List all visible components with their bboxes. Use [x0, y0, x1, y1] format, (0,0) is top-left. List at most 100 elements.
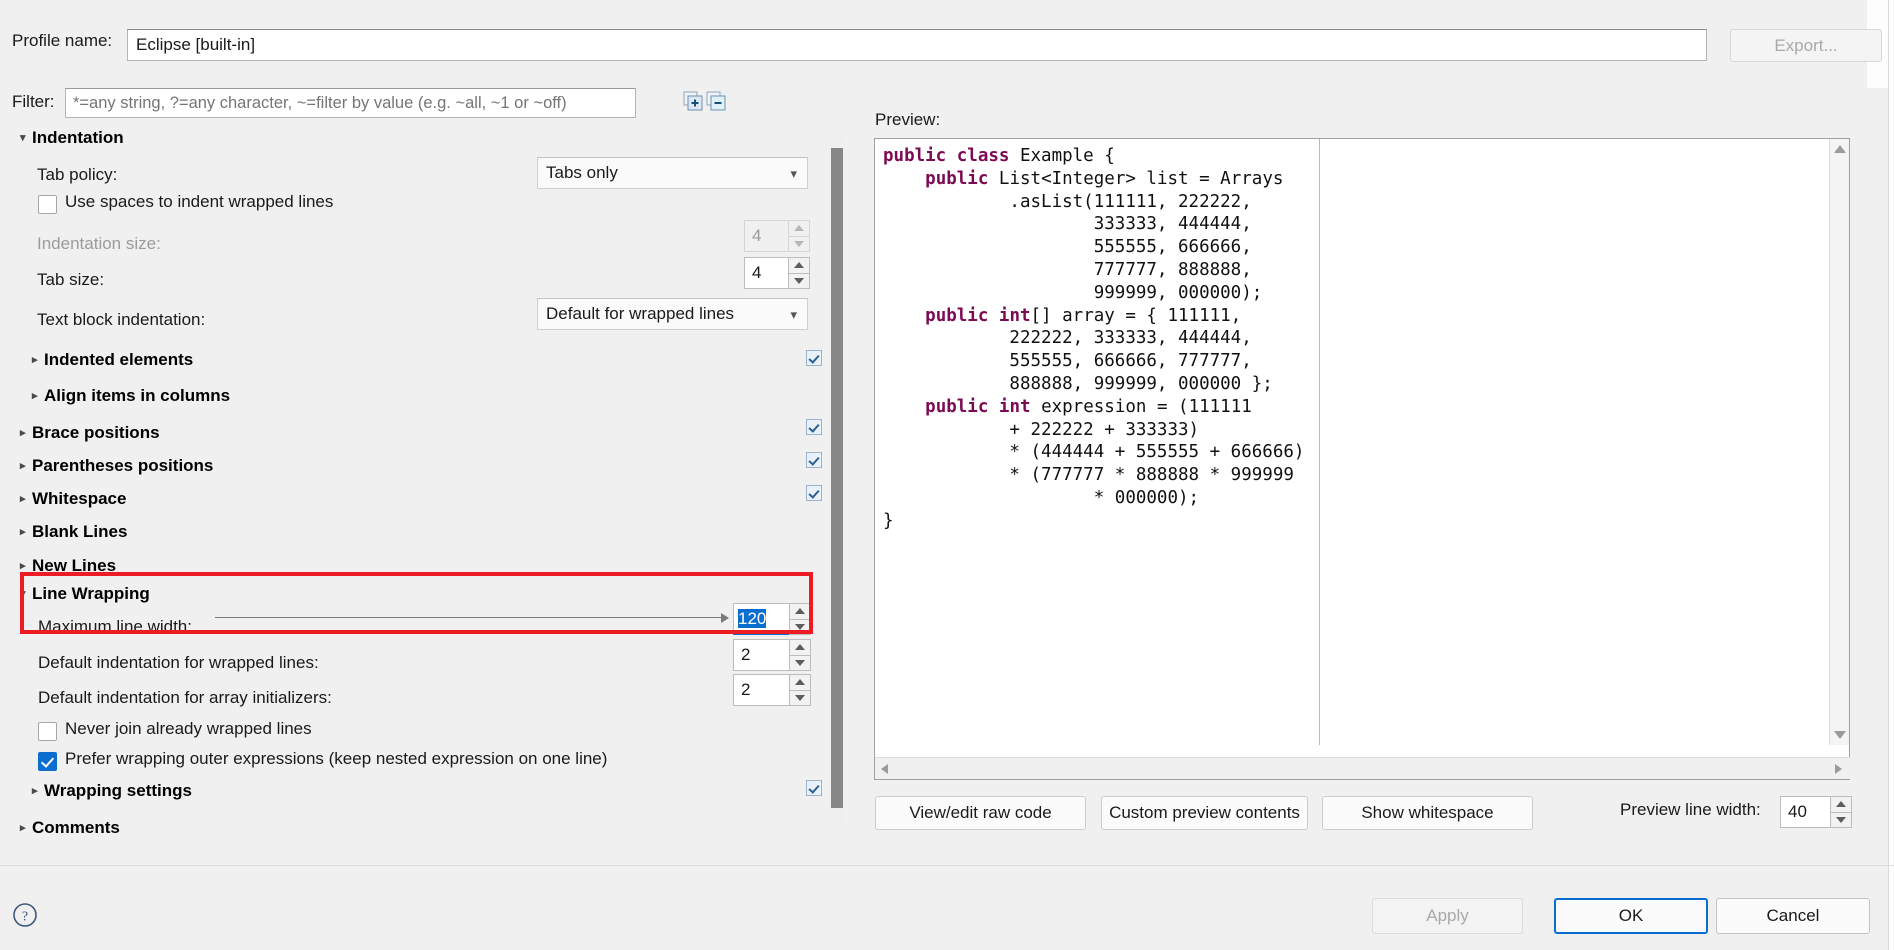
maximum-line-width-value[interactable]: 120	[738, 609, 767, 628]
expand-all-icon[interactable]	[683, 91, 705, 113]
stepper-down-button	[788, 236, 810, 252]
default-indent-wrapped-label: Default indentation for wrapped lines:	[38, 653, 319, 672]
code-text: 333333, 444444,	[883, 214, 1252, 235]
settings-tree[interactable]: ▾ Indentation Tab policy: Tabs only ▾ Use…	[0, 118, 836, 840]
stepper-down-button[interactable]	[789, 619, 811, 635]
preview-vertical-scrollbar[interactable]	[1829, 139, 1849, 745]
scroll-down-icon[interactable]	[1834, 731, 1846, 739]
scroll-left-icon[interactable]	[881, 764, 888, 774]
group-whitespace-checkbox[interactable]	[806, 485, 822, 501]
preview-label: Preview:	[875, 110, 941, 129]
filter-input[interactable]	[65, 88, 636, 118]
code-line: 777777, 888888,	[883, 259, 1315, 282]
group-wrapping-settings[interactable]: ▸ Wrapping settings	[32, 781, 192, 801]
code-text: 777777, 888888,	[883, 259, 1252, 280]
never-join-label: Never join already wrapped lines	[65, 719, 312, 738]
filter-label: Filter:	[12, 92, 55, 111]
code-line: public int expression = (111111	[883, 396, 1315, 419]
help-icon[interactable]: ?	[12, 902, 38, 928]
group-indented-elements[interactable]: ▸ Indented elements	[32, 350, 193, 370]
chevron-right-icon: ▸	[20, 427, 26, 439]
code-text: 888888, 999999, 000000 };	[883, 373, 1273, 394]
group-blank-lines[interactable]: ▸ Blank Lines	[20, 522, 127, 542]
default-indent-wrapped-value[interactable]: 2	[733, 639, 789, 671]
code-text: 555555, 666666,	[883, 237, 1252, 258]
settings-scrollbar-thumb[interactable]	[831, 148, 843, 808]
scroll-up-icon[interactable]	[1834, 145, 1846, 153]
leader-line	[215, 617, 721, 618]
stepper-down-button[interactable]	[789, 690, 811, 706]
prefer-wrapping-checkbox[interactable]	[38, 752, 57, 771]
stepper-up-button[interactable]	[1830, 796, 1852, 813]
collapse-all-icon[interactable]	[706, 91, 728, 113]
preview-line-width-value[interactable]: 40	[1780, 796, 1830, 828]
stepper-up-button[interactable]	[789, 674, 811, 691]
maximum-line-width-stepper[interactable]: 120	[733, 603, 811, 635]
code-line: public class Example {	[883, 145, 1315, 168]
default-indent-wrapped-stepper[interactable]: 2	[733, 639, 811, 671]
group-brace-positions-checkbox[interactable]	[806, 419, 822, 435]
group-brace-positions[interactable]: ▸ Brace positions	[20, 423, 160, 443]
code-line: * (777777 * 888888 * 999999	[883, 464, 1315, 487]
chevron-right-icon: ▸	[20, 822, 26, 834]
stepper-up-button[interactable]	[789, 603, 811, 620]
code-line: }	[883, 510, 1315, 533]
group-comments[interactable]: ▸ Comments	[20, 818, 120, 838]
maximum-line-width-field[interactable]: 120	[733, 603, 789, 635]
group-blank-lines-label: Blank Lines	[32, 522, 128, 541]
use-spaces-checkbox[interactable]	[38, 195, 57, 214]
stepper-up-button[interactable]	[789, 639, 811, 656]
group-line-wrapping[interactable]: ▾ Line Wrapping	[20, 584, 150, 604]
group-indented-elements-label: Indented elements	[44, 350, 194, 369]
group-indentation-label: Indentation	[32, 128, 124, 147]
tab-size-stepper[interactable]: 4	[744, 257, 810, 289]
preview-horizontal-scrollbar[interactable]	[875, 757, 1850, 779]
code-keyword: public int	[925, 305, 1031, 326]
text-block-indentation-select[interactable]: Default for wrapped lines ▾	[537, 298, 808, 330]
tab-policy-select[interactable]: Tabs only ▾	[537, 157, 808, 189]
group-new-lines-label: New Lines	[32, 556, 117, 575]
view-edit-raw-code-button[interactable]: View/edit raw code	[875, 796, 1086, 830]
group-brace-positions-label: Brace positions	[32, 423, 160, 442]
show-whitespace-button[interactable]: Show whitespace	[1322, 796, 1533, 830]
profile-name-input[interactable]	[127, 29, 1707, 61]
group-align-items-in-columns[interactable]: ▸ Align items in columns	[32, 386, 230, 406]
indentation-size-stepper: 4	[744, 220, 810, 252]
never-join-checkbox[interactable]	[38, 722, 57, 741]
group-new-lines[interactable]: ▸ New Lines	[20, 556, 116, 576]
code-line: 555555, 666666, 777777,	[883, 350, 1315, 373]
chevron-right-icon: ▸	[32, 390, 38, 402]
cancel-button[interactable]: Cancel	[1716, 898, 1870, 934]
group-whitespace-label: Whitespace	[32, 489, 127, 508]
group-whitespace[interactable]: ▸ Whitespace	[20, 489, 126, 509]
export-button[interactable]: Export...	[1730, 29, 1882, 62]
preview-line-width-stepper[interactable]: 40	[1780, 796, 1852, 828]
code-line: 888888, 999999, 000000 };	[883, 373, 1315, 396]
group-indented-elements-checkbox[interactable]	[806, 350, 822, 366]
chevron-right-icon: ▸	[20, 526, 26, 538]
stepper-up-button[interactable]	[788, 257, 810, 274]
stepper-down-button[interactable]	[789, 655, 811, 671]
leader-arrow-icon	[721, 613, 729, 623]
code-text: expression = (111111	[1041, 396, 1252, 417]
stepper-down-button[interactable]	[1830, 812, 1852, 828]
default-indent-array-value[interactable]: 2	[733, 674, 789, 706]
prefer-wrapping-label: Prefer wrapping outer expressions (keep …	[65, 749, 608, 768]
code-text: List<Integer> list = Arrays	[998, 168, 1284, 189]
tab-size-value[interactable]: 4	[744, 257, 788, 289]
group-indentation[interactable]: ▾ Indentation	[20, 128, 124, 148]
code-line: .asList(111111, 222222,	[883, 191, 1315, 214]
code-line: * (444444 + 555555 + 666666)	[883, 441, 1315, 464]
group-parentheses-positions-checkbox[interactable]	[806, 452, 822, 468]
code-text: 222222, 333333, 444444,	[883, 328, 1252, 349]
code-text: 555555, 666666, 777777,	[883, 351, 1252, 372]
ok-button[interactable]: OK	[1554, 898, 1708, 934]
scroll-right-icon[interactable]	[1835, 764, 1842, 774]
svg-text:?: ?	[22, 910, 28, 925]
code-line: 999999, 000000);	[883, 282, 1315, 305]
default-indent-array-stepper[interactable]: 2	[733, 674, 811, 706]
group-parentheses-positions[interactable]: ▸ Parentheses positions	[20, 456, 213, 476]
group-wrapping-settings-checkbox[interactable]	[806, 780, 822, 796]
custom-preview-contents-button[interactable]: Custom preview contents	[1101, 796, 1308, 830]
stepper-down-button[interactable]	[788, 273, 810, 289]
